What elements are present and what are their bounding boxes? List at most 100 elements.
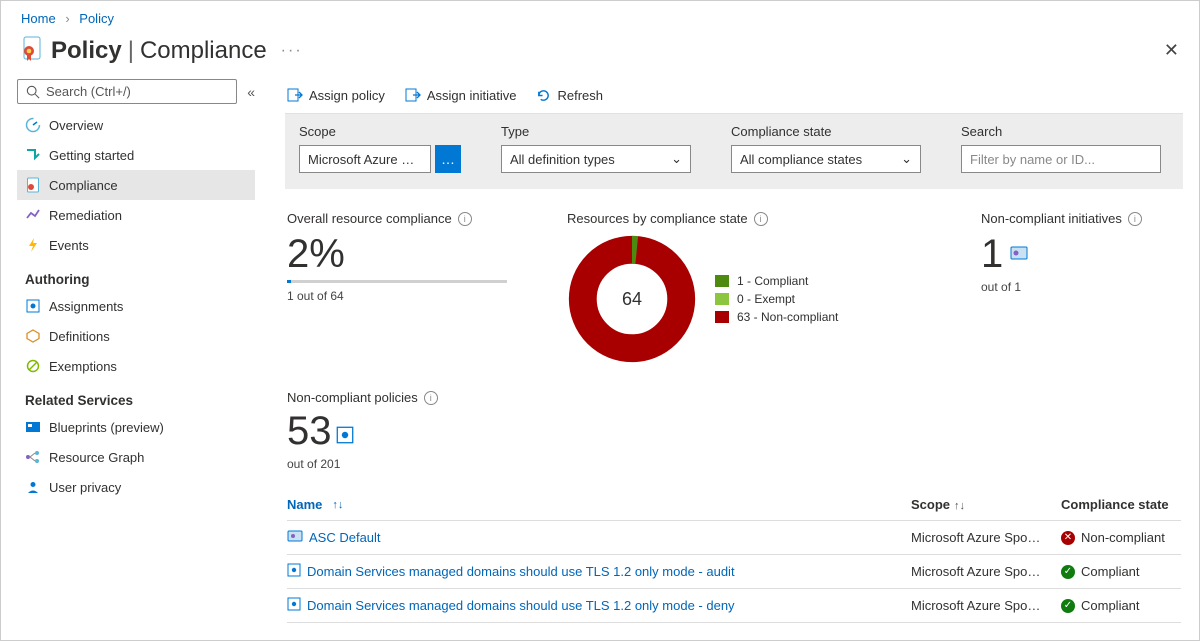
compliance-donut-chart: 64 [567, 234, 697, 364]
initiatives-sub: out of 1 [981, 280, 1181, 294]
breadcrumb-policy[interactable]: Policy [79, 11, 114, 26]
main-content: Assign policy Assign initiative Refresh … [263, 79, 1199, 638]
row-name-link[interactable]: Domain Services managed domains should u… [307, 598, 735, 613]
overall-compliance-value: 2% [287, 234, 537, 274]
assignments-icon [25, 298, 41, 314]
search-icon [26, 85, 40, 99]
row-scope: Microsoft Azure Spo… [911, 564, 1061, 579]
nc-policies-label: Non-compliant policies i [287, 390, 1181, 405]
status-noncompliant-icon: ✕ [1061, 531, 1075, 545]
sidebar: Search (Ctrl+/) « Overview Getting start… [1, 79, 263, 638]
assign-policy-button[interactable]: Assign policy [287, 87, 385, 103]
info-icon[interactable]: i [754, 212, 768, 226]
sidebar-item-label: Assignments [49, 299, 123, 314]
sidebar-item-label: Events [49, 238, 89, 253]
table-header: Name↑↓ Scope↑↓ Compliance state [287, 489, 1181, 521]
sidebar-group-authoring: Authoring [17, 260, 255, 291]
overall-progress-bar [287, 280, 507, 283]
scope-input[interactable]: Microsoft Azure … [299, 145, 431, 173]
table-row[interactable]: Domain Services managed domains should u… [287, 589, 1181, 623]
sidebar-group-related: Related Services [17, 381, 255, 412]
col-header-scope[interactable]: Scope↑↓ [911, 497, 1061, 512]
chevron-down-icon: ⌄ [671, 151, 682, 167]
sidebar-item-label: Remediation [49, 208, 122, 223]
policy-icon [336, 411, 354, 451]
row-state: Compliant [1081, 564, 1140, 579]
sidebar-item-label: Blueprints (preview) [49, 420, 164, 435]
initiative-icon [287, 529, 303, 546]
nc-policies-value: 53 [287, 411, 354, 451]
sidebar-item-blueprints[interactable]: Blueprints (preview) [17, 412, 255, 442]
filter-bar: Scope Microsoft Azure … … Type All defin… [285, 113, 1183, 189]
sidebar-item-compliance[interactable]: Compliance [17, 170, 255, 200]
chevron-down-icon: ⌄ [901, 151, 912, 167]
sidebar-item-label: Overview [49, 118, 103, 133]
exemptions-icon [25, 358, 41, 374]
sidebar-search[interactable]: Search (Ctrl+/) [17, 79, 237, 104]
sort-icon: ↑↓ [954, 500, 965, 512]
sort-icon: ↑↓ [332, 499, 343, 511]
scope-picker-button[interactable]: … [435, 145, 461, 173]
more-menu-button[interactable]: ··· [281, 42, 303, 60]
sidebar-item-getting-started[interactable]: Getting started [17, 140, 255, 170]
info-icon[interactable]: i [458, 212, 472, 226]
col-header-name[interactable]: Name↑↓ [287, 497, 911, 512]
initiatives-label: Non-compliant initiatives i [981, 211, 1181, 226]
col-header-state[interactable]: Compliance state [1061, 497, 1181, 512]
sidebar-item-assignments[interactable]: Assignments [17, 291, 255, 321]
breadcrumb: Home › Policy [1, 1, 1199, 30]
sidebar-item-user-privacy[interactable]: User privacy [17, 472, 255, 502]
type-label: Type [501, 124, 691, 139]
breadcrumb-home[interactable]: Home [21, 11, 56, 26]
sidebar-item-definitions[interactable]: Definitions [17, 321, 255, 351]
page-title: Policy|Compliance [51, 37, 267, 65]
filter-search-input[interactable]: Filter by name or ID... [961, 145, 1161, 173]
info-icon[interactable]: i [424, 391, 438, 405]
sidebar-item-label: User privacy [49, 480, 121, 495]
action-toolbar: Assign policy Assign initiative Refresh [287, 79, 1181, 113]
assign-initiative-button[interactable]: Assign initiative [405, 87, 517, 103]
sidebar-item-label: Compliance [49, 178, 118, 193]
search-label: Search [961, 124, 1161, 139]
policy-icon [287, 597, 301, 614]
sidebar-item-events[interactable]: Events [17, 230, 255, 260]
sidebar-item-remediation[interactable]: Remediation [17, 200, 255, 230]
overall-compliance-sub: 1 out of 64 [287, 289, 537, 303]
getting-started-icon [25, 147, 41, 163]
sidebar-item-overview[interactable]: Overview [17, 110, 255, 140]
type-select[interactable]: All definition types ⌄ [501, 145, 691, 173]
row-name-link[interactable]: Domain Services managed domains should u… [307, 564, 735, 579]
definitions-icon [25, 328, 41, 344]
info-icon[interactable]: i [1128, 212, 1142, 226]
row-state: Non-compliant [1081, 530, 1165, 545]
sidebar-search-placeholder: Search (Ctrl+/) [46, 84, 131, 99]
remediation-icon [25, 207, 41, 223]
state-label: Compliance state [731, 124, 921, 139]
sidebar-item-label: Getting started [49, 148, 134, 163]
refresh-icon [536, 88, 551, 103]
resource-graph-icon [25, 449, 41, 465]
chevron-right-icon: › [59, 11, 75, 26]
donut-label: Resources by compliance state i [567, 211, 951, 226]
close-button[interactable]: ✕ [1164, 40, 1179, 61]
policy-page-icon [21, 36, 43, 65]
row-scope: Microsoft Azure Spo… [911, 530, 1061, 545]
overall-compliance-label: Overall resource compliance i [287, 211, 537, 226]
sidebar-collapse-button[interactable]: « [247, 84, 255, 100]
sidebar-item-exemptions[interactable]: Exemptions [17, 351, 255, 381]
status-compliant-icon: ✓ [1061, 599, 1075, 613]
refresh-button[interactable]: Refresh [536, 88, 603, 103]
initiative-icon [1009, 243, 1029, 266]
compliance-icon [25, 177, 41, 193]
row-name-link[interactable]: ASC Default [309, 530, 381, 545]
events-icon [25, 237, 41, 253]
compliance-state-select[interactable]: All compliance states ⌄ [731, 145, 921, 173]
sidebar-item-resource-graph[interactable]: Resource Graph [17, 442, 255, 472]
assign-icon [287, 87, 303, 103]
row-state: Compliant [1081, 598, 1140, 613]
table-row[interactable]: ASC Default Microsoft Azure Spo… ✕ Non-c… [287, 521, 1181, 555]
row-scope: Microsoft Azure Spo… [911, 598, 1061, 613]
sidebar-item-label: Resource Graph [49, 450, 144, 465]
overview-icon [25, 117, 41, 133]
table-row[interactable]: Domain Services managed domains should u… [287, 555, 1181, 589]
